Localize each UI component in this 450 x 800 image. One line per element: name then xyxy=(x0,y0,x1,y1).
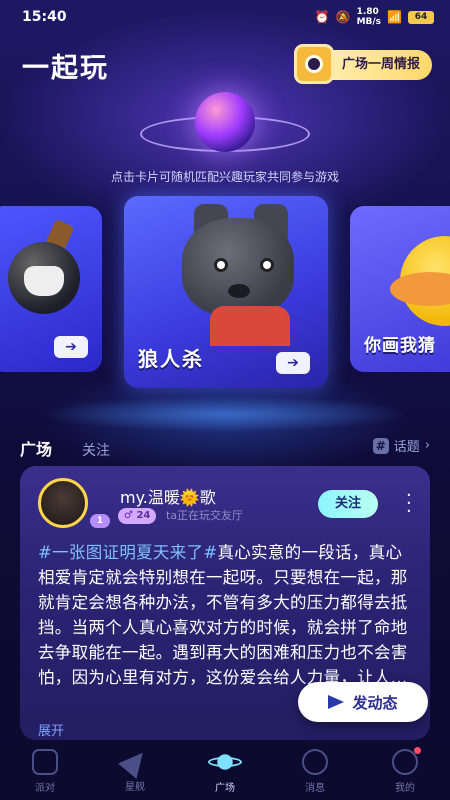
planet-nav-icon xyxy=(208,748,242,775)
card-arrow-button[interactable]: ➔ xyxy=(54,336,88,358)
weekly-report-button[interactable]: 广场一周情报 xyxy=(293,44,432,84)
post-body: 真心实意的一段话，真心相爱肯定就会特别想在一起呀。只要想在一起，那就肯定会想各种… xyxy=(38,543,408,687)
status-icons: ⏰ 🔕 1.80 MB/s 📶 64 xyxy=(315,7,434,27)
tab-square[interactable]: 广场 xyxy=(20,436,52,460)
chat-bubble-icon xyxy=(302,748,328,775)
nav-party[interactable]: 派对 xyxy=(15,748,75,794)
level-badge: 1 xyxy=(90,514,110,528)
expand-link[interactable]: 展开 xyxy=(38,720,64,739)
nav-profile[interactable]: 我的 xyxy=(375,746,435,794)
camera-icon xyxy=(293,44,334,84)
tagline: 点击卡片可随机匹配兴趣玩家共同参与游戏 xyxy=(110,170,339,184)
mute-icon: 🔕 xyxy=(335,10,351,24)
wolf-eye-left xyxy=(214,258,228,272)
card-arrow-button[interactable]: ➔ xyxy=(276,352,310,374)
topic-link[interactable]: # 话题 › xyxy=(372,436,430,455)
nav-square[interactable]: 广场 xyxy=(195,748,255,794)
post-status-label: 发动态 xyxy=(352,693,398,712)
playing-status[interactable]: ta正在玩交友厅 xyxy=(166,508,243,524)
feed-tabs: 广场 关注 xyxy=(20,436,110,460)
follow-button[interactable]: 关注 xyxy=(318,490,378,518)
post-text: #一张图证明夏天来了#真心实意的一段话，真心相爱肯定就会特别想在一起呀。只要想在… xyxy=(38,540,418,690)
notification-dot xyxy=(414,746,421,754)
stage-glow xyxy=(40,396,410,432)
home-icon xyxy=(32,748,58,775)
bottom-nav: 派对 星舰 广场 消息 我的 xyxy=(0,742,450,800)
gender-age-badge: ♂ 24 xyxy=(118,508,157,524)
post-hashtag[interactable]: #一张图证明夏天来了# xyxy=(38,543,217,562)
nav-messages[interactable]: 消息 xyxy=(285,748,345,794)
game-card-bomb[interactable]: ➔ xyxy=(0,206,102,372)
avatar[interactable] xyxy=(38,478,88,528)
net-speed: 1.80 MB/s xyxy=(356,7,382,27)
hashtag-icon: # xyxy=(372,437,389,454)
battery-icon: 64 xyxy=(408,10,434,24)
game-card-werewolf[interactable]: 狼人杀 ➔ xyxy=(124,196,328,388)
card-label-draw-guess: 你画我猜 xyxy=(364,336,436,356)
duck-bill xyxy=(390,272,450,306)
more-options-icon[interactable]: · · · xyxy=(406,487,412,521)
nav-starship[interactable]: 星舰 xyxy=(105,744,165,793)
wolf-icon xyxy=(182,218,294,316)
post-status-button[interactable]: 发动态 xyxy=(298,682,428,722)
username[interactable]: my.温暖🌞歌 xyxy=(120,484,216,508)
wolf-eye-right xyxy=(260,258,274,272)
alarm-icon: ⏰ xyxy=(314,10,330,24)
tab-following[interactable]: 关注 xyxy=(82,440,110,460)
wifi-icon: 📶 xyxy=(387,10,402,24)
topic-label: 话题 xyxy=(393,440,420,455)
bomb-face xyxy=(24,266,64,296)
status-time: 15:40 xyxy=(22,9,67,25)
card-label-werewolf: 狼人杀 xyxy=(138,347,204,371)
page-title: 一起玩 xyxy=(22,53,109,84)
wolf-body xyxy=(210,306,290,346)
planet-icon xyxy=(195,92,255,152)
game-card-draw-guess[interactable]: 你画我猜 xyxy=(350,206,450,372)
chevron-right-icon: › xyxy=(424,438,430,453)
send-icon xyxy=(328,695,345,709)
planet-banner xyxy=(140,82,310,162)
weekly-report-label: 广场一周情报 xyxy=(341,57,420,72)
rocket-icon xyxy=(118,744,152,779)
status-bar: 15:40 ⏰ 🔕 1.80 MB/s 📶 64 xyxy=(0,0,450,34)
wolf-nose xyxy=(228,284,250,298)
